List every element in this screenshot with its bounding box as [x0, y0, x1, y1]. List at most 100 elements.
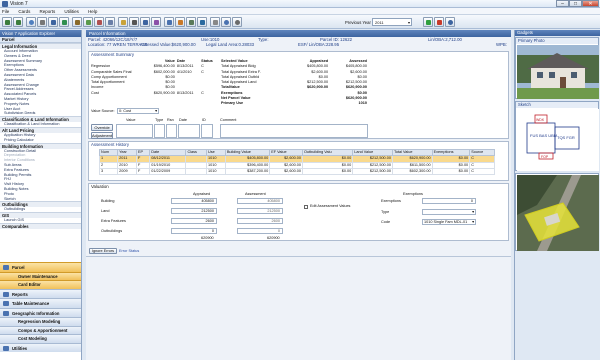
code-select[interactable]: 1010 Single Fam MDL-01 ▾: [422, 219, 476, 225]
nav-item-card-editor[interactable]: Card Editor: [0, 280, 81, 289]
menu-utilities[interactable]: Utilities: [64, 8, 79, 15]
menu-bar: File Cards Reports Utilities Help: [0, 8, 600, 15]
title-bar: Vision 7 – □ ✕: [0, 0, 600, 8]
explorer-tree: Legal Information Account Information Owne…: [0, 43, 81, 243]
sketch-area-main: [526, 122, 556, 154]
back-icon[interactable]: [2, 17, 12, 27]
calculator-icon[interactable]: [72, 17, 82, 27]
sketch-title: Sketch: [516, 102, 598, 108]
map-icon[interactable]: [83, 17, 93, 27]
override-id-input[interactable]: [201, 124, 213, 138]
nav-icon: [3, 345, 9, 351]
adjustment-button[interactable]: Adjustment: [91, 132, 113, 139]
primary-photo-box: Primary Photo: [515, 37, 599, 99]
selected-cell: 1010: [358, 101, 367, 106]
nav-item-owner-maintenance[interactable]: Owner Maintenance: [0, 271, 81, 280]
history-row[interactable]: 3 2009 F 01/22/2009 1010 $387,200.00 $2,600.00…: [98, 167, 495, 176]
year-select[interactable]: 2011 ▾: [372, 18, 412, 26]
exemptions-input[interactable]: 0: [422, 198, 476, 204]
gis-aerial-map[interactable]: [517, 175, 599, 251]
filter-icon[interactable]: [186, 17, 196, 27]
report-icon[interactable]: [164, 17, 174, 27]
menu-file[interactable]: File: [2, 8, 9, 15]
override-date-input[interactable]: [178, 124, 200, 138]
minimize-button[interactable]: –: [556, 0, 569, 7]
house-photo[interactable]: [517, 45, 599, 99]
override-button[interactable]: Override: [91, 124, 113, 131]
history-cell: C: [469, 167, 495, 176]
type-select[interactable]: ▾: [422, 209, 476, 215]
parcel-legal-area: Legal Land Area:0.28033: [206, 42, 255, 47]
settings-icon[interactable]: [232, 17, 242, 27]
appraised-input[interactable]: 2600: [171, 218, 217, 224]
delete-icon[interactable]: [434, 17, 444, 27]
assessment-value: 212500: [267, 209, 280, 213]
export-icon[interactable]: [197, 17, 207, 27]
override-reason-input[interactable]: [166, 124, 177, 138]
comment-input[interactable]: [220, 124, 368, 138]
override-value-input[interactable]: [116, 124, 153, 138]
nav-label: Owner Maintenance: [18, 273, 58, 279]
save-icon[interactable]: [48, 17, 58, 27]
photo-icon[interactable]: [105, 17, 115, 27]
nav-item-utilities[interactable]: Utilities: [0, 342, 81, 352]
history-cell: F: [135, 167, 151, 176]
nav-item-regression-modeling[interactable]: Regression Modeling: [0, 317, 81, 326]
print-icon[interactable]: [37, 17, 47, 27]
primary-photo-title: Primary Photo: [516, 38, 598, 44]
appraised-value: 2600: [205, 219, 214, 223]
refresh-icon[interactable]: [59, 17, 69, 27]
assessment-summary-title: Assessment Summary: [91, 52, 134, 57]
assessment-input[interactable]: 212500: [237, 208, 283, 214]
menu-reports[interactable]: Reports: [40, 8, 56, 15]
user-icon[interactable]: [221, 17, 231, 27]
nav-item-reports[interactable]: Reports: [0, 288, 81, 298]
appraised-value: 0: [211, 229, 214, 233]
appraised-input[interactable]: 405800: [171, 198, 217, 204]
parcel-info-header: Parcel Information: [86, 30, 511, 37]
appraised-input[interactable]: 212500: [171, 208, 217, 214]
nav-item-geographic-information[interactable]: Geographic Information: [0, 307, 81, 317]
house-window: [537, 72, 543, 78]
selected-value-table: Selected Value Appraised Assessed Total App…: [220, 59, 368, 107]
nav-label: Regression Modeling: [18, 319, 61, 324]
nav-item-table-maintenance[interactable]: Table Maintenance: [0, 298, 81, 308]
nav-item-parcel[interactable]: Parcel: [0, 262, 81, 272]
year-select-value: 2011: [375, 20, 384, 25]
tree-section-6[interactable]: Comparables: [0, 222, 81, 229]
override-type-input[interactable]: [154, 124, 165, 138]
sketch-drawing[interactable]: FUS BAS UBM TQS FGR WDK FOP: [517, 109, 599, 171]
close-button[interactable]: ✕: [582, 0, 599, 7]
add-icon[interactable]: [423, 17, 433, 27]
forward-icon[interactable]: [13, 17, 23, 27]
notes-icon[interactable]: [118, 17, 128, 27]
summary-cell: $620,900.00: [153, 90, 175, 95]
chevron-down-icon: ▾: [472, 220, 474, 224]
menu-help[interactable]: Help: [88, 8, 97, 15]
ignore-errors-button[interactable]: Ignore Errors: [89, 248, 117, 254]
override-header: Rsn: [167, 118, 174, 122]
summary-row: Cost $620,900.00 8/13/2011 C: [90, 91, 218, 96]
assessment-input[interactable]: 0: [237, 228, 283, 234]
list-icon[interactable]: [129, 17, 139, 27]
history-cell: $602,300.00: [391, 167, 433, 176]
sketch-icon[interactable]: [94, 17, 104, 27]
assessment-history-title: Assessment History: [91, 142, 129, 147]
search-icon[interactable]: [26, 17, 36, 27]
assessment-input[interactable]: 2600: [237, 218, 283, 224]
mail-icon[interactable]: [175, 17, 185, 27]
help-icon[interactable]: [445, 17, 455, 27]
assessment-history-panel: Assessment History Num Year EP Date Class Use…: [88, 141, 509, 181]
lock-icon[interactable]: [210, 17, 220, 27]
edit-assessment-checkbox[interactable]: [304, 205, 308, 209]
nav-item-cost-modeling[interactable]: Cost Modeling: [0, 334, 81, 343]
menu-cards[interactable]: Cards: [18, 8, 30, 15]
appraised-input[interactable]: 0: [171, 228, 217, 234]
assessment-input[interactable]: 405800: [237, 198, 283, 204]
nav-item-comps-apportionment[interactable]: Comps & Apportionment: [0, 325, 81, 334]
maximize-button[interactable]: □: [569, 0, 582, 7]
grid-icon[interactable]: [140, 17, 150, 27]
value-source-select[interactable]: 0: Cost ▾: [117, 108, 159, 114]
assessment-value: 405800: [267, 199, 280, 203]
chart-icon[interactable]: [151, 17, 161, 27]
